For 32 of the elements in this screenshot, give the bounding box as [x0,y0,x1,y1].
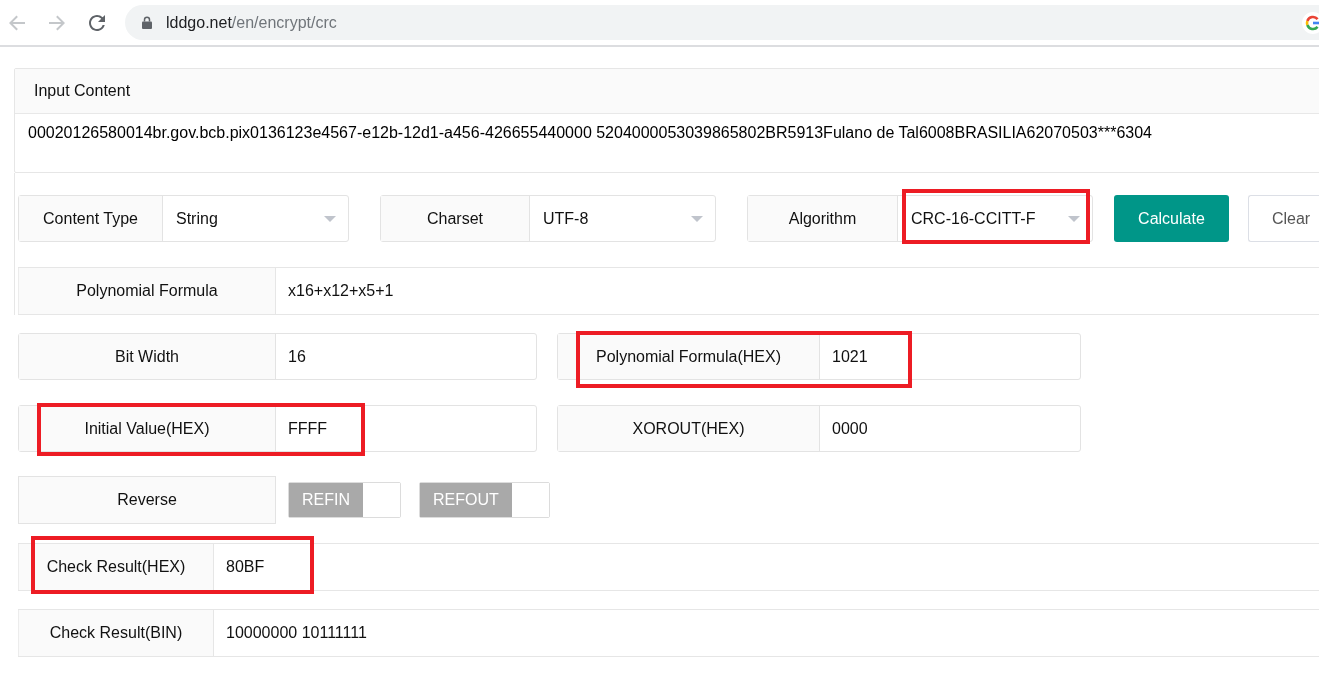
result-value: 10000000 10111111 [225,623,368,643]
field-label: Check Result(HEX) [18,544,214,590]
field-label: Reverse [18,476,276,524]
field-label: Algorithm [748,196,898,241]
field-label: Check Result(BIN) [18,610,214,656]
result-value: 80BF [225,557,266,577]
calculate-button[interactable]: Calculate [1114,195,1229,242]
field-label: XOROUT(HEX) [558,406,820,451]
clear-button[interactable]: Clear [1247,195,1319,242]
value-field[interactable]: 0000 [820,406,1080,451]
value-field[interactable]: 1021 [820,334,1080,379]
field-label: Bit Width [19,334,276,379]
value-field[interactable]: FFFF [276,406,536,451]
field-label: Content Type [19,196,163,241]
reload-icon[interactable] [89,14,105,31]
dropdown-select[interactable]: CRC-16-CCITT-F [898,196,1092,241]
content-textarea[interactable]: 00020126580014br.gov.bcb.pix0136123e4567-e12b-12d1-a456-426655440000 5204000053039865802BR5913Fulano de Tal6008BRASILIA62070503***6304 [15,114,1319,172]
value-field[interactable]: x16+x12+x5+1 [276,268,1319,314]
dropdown-select[interactable]: UTF-8 [530,196,715,241]
lock-icon [142,16,152,29]
value-field[interactable]: 16 [276,334,536,379]
caret-icon [691,215,703,222]
field-label: Polynomial Formula(HEX) [558,334,820,379]
dropdown-select[interactable]: String [163,196,348,241]
field-label: Initial Value(HEX) [19,406,276,451]
address-bar[interactable]: lddgo.net/en/encrypt/crc [125,5,1319,40]
field-label: Charset [381,196,530,241]
section-title: Input Content [34,82,131,100]
field-label: Polynomial Formula [18,268,276,314]
search-engine-icon[interactable] [1302,11,1319,34]
caret-icon [1068,215,1080,222]
caret-icon [324,215,336,222]
